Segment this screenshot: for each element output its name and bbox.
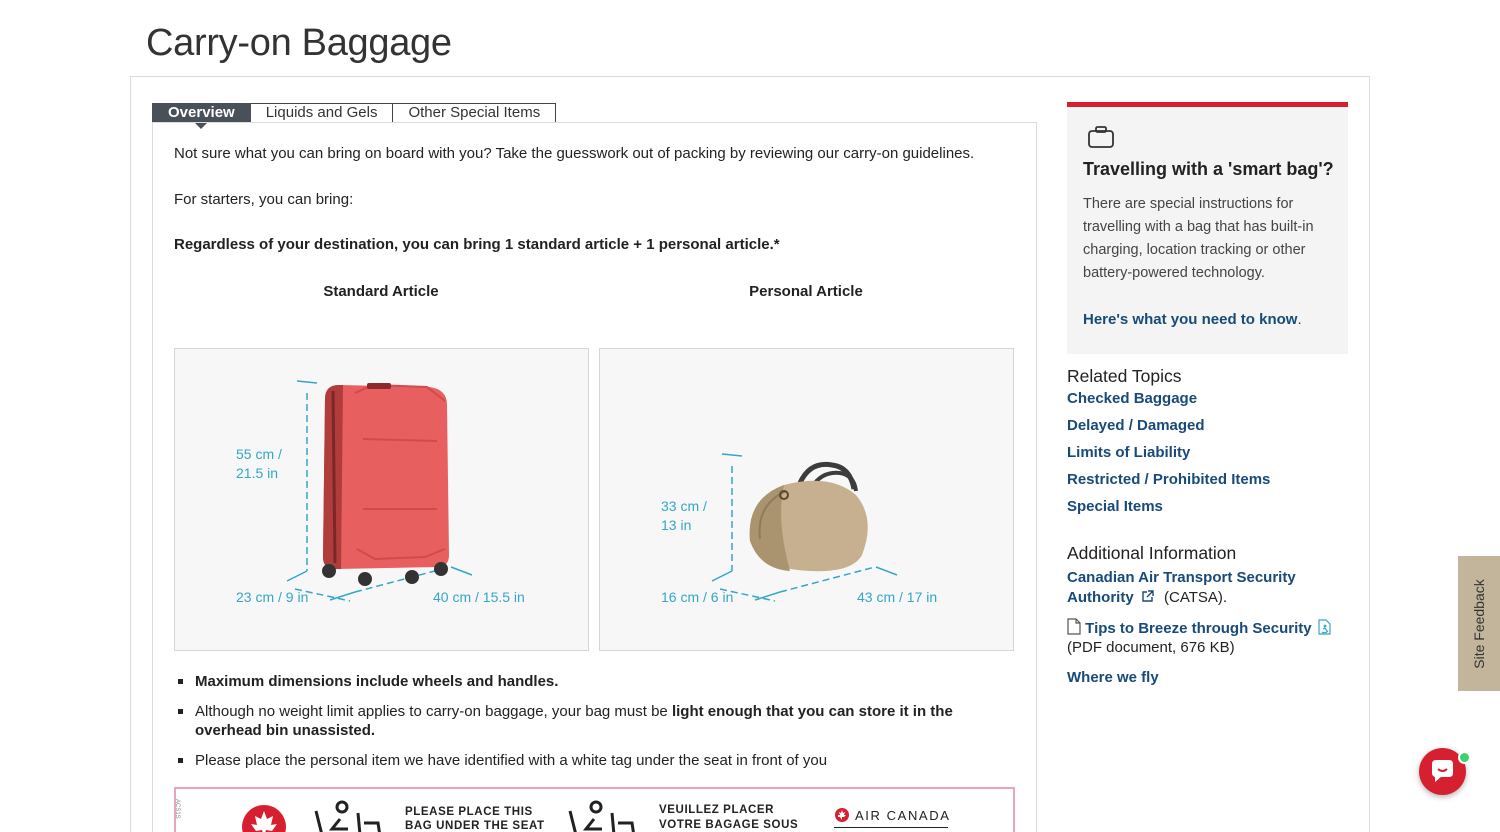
handbag-height-label: 33 cm / 13 in (661, 498, 707, 533)
baggage-tag-image: ACS1S PLEASE PLACE THIS BAG UNDER THE SE… (174, 787, 1015, 832)
catsa-link[interactable]: Canadian Air Transport Security (1067, 569, 1296, 586)
smart-bag-description: There are special instructions for trave… (1083, 196, 1314, 281)
related-link-checked-baggage[interactable]: Checked Baggage (1067, 390, 1197, 407)
handbag-depth-label: 16 cm / 6 in (661, 589, 734, 605)
rule-personal-item: Please place the personal item we have i… (195, 752, 828, 769)
maple-leaf-logo-icon (242, 805, 286, 832)
tips-pdf-link[interactable]: Tips to Breeze through Security (1085, 620, 1311, 637)
smart-bag-link[interactable]: Here's what you need to know (1083, 311, 1297, 328)
briefcase-icon (1088, 126, 1114, 148)
seat-icon-fr (568, 800, 635, 832)
carry-on-rules-list: Maximum dimensions include wheels and ha… (174, 672, 994, 781)
tag-fr-line2: VOTRE BAGAGE SOUS (659, 819, 799, 831)
related-link-limits-of-liability[interactable]: Limits of Liability (1067, 444, 1190, 461)
site-feedback-tab[interactable]: Site Feedback (1458, 556, 1500, 691)
tips-pdf-meta: (PDF document, 676 KB) (1067, 639, 1235, 656)
tag-fr-line1: VEUILLEZ PLACER (659, 804, 775, 816)
list-item: Please place the personal item we have i… (174, 751, 994, 770)
external-link-icon (1142, 590, 1154, 602)
rule-dimensions: Maximum dimensions include wheels and ha… (195, 673, 559, 690)
tab-bar: Overview Liquids and Gels Other Special … (152, 103, 557, 129)
related-topics-heading: Related Topics (1067, 366, 1182, 386)
maple-leaf-small-icon (835, 808, 849, 822)
handbag-width-label: 43 cm / 17 in (857, 589, 938, 605)
rule-weight-text: Although no weight limit applies to carr… (195, 703, 672, 720)
tab-liquids-and-gels[interactable]: Liquids and Gels (250, 103, 394, 123)
suitcase-width-label: 40 cm / 15.5 in (433, 589, 525, 605)
standard-article-diagram: 55 cm / 21.5 in 23 cm / 9 in 40 cm / 15.… (174, 348, 589, 651)
personal-article-heading: Personal Article (749, 283, 863, 300)
chat-online-indicator (1458, 751, 1471, 764)
allowance-statement: Regardless of your destination, you can … (174, 236, 780, 253)
catsa-line2: Authority (CATSA). (1067, 589, 1227, 606)
tag-en-line1: PLEASE PLACE THIS (405, 806, 533, 818)
intro-text: Not sure what you can bring on board wit… (174, 145, 975, 162)
seat-icon (314, 800, 381, 832)
tag-divider (834, 827, 948, 828)
where-we-fly-link[interactable]: Where we fly (1067, 669, 1159, 686)
related-link-delayed-damaged[interactable]: Delayed / Damaged (1067, 417, 1205, 434)
tag-code: ACS1S (174, 799, 180, 819)
starters-text: For starters, you can bring: (174, 191, 354, 208)
smart-bag-title: Travelling with a 'smart bag'? (1083, 159, 1334, 179)
tips-row: Tips to Breeze through Security (1067, 618, 1333, 637)
related-link-restricted-items[interactable]: Restricted / Prohibited Items (1067, 471, 1270, 488)
site-feedback-label: Site Feedback (1471, 578, 1487, 669)
tag-brand: AIR CANADA (855, 808, 951, 823)
tab-other-special-items[interactable]: Other Special Items (393, 103, 557, 123)
list-item: Although no weight limit applies to carr… (174, 702, 994, 740)
smart-bag-link-row: Here's what you need to know. (1083, 311, 1302, 328)
smart-bag-card: Travelling with a 'smart bag'? There are… (1067, 102, 1348, 354)
accessible-pdf-icon (1318, 619, 1331, 635)
suitcase-depth-label: 23 cm / 9 in (236, 589, 309, 605)
catsa-abbreviation: (CATSA). (1164, 589, 1228, 606)
tab-overview[interactable]: Overview (152, 103, 251, 129)
link-period: . (1297, 311, 1302, 328)
personal-article-diagram: 33 cm / 13 in 16 cm / 6 in 43 cm / 17 in (599, 348, 1014, 651)
additional-info-heading: Additional Information (1067, 543, 1237, 563)
standard-article-heading: Standard Article (323, 283, 439, 300)
list-item: Maximum dimensions include wheels and ha… (174, 672, 994, 691)
page-title: Carry-on Baggage (146, 22, 452, 64)
related-link-special-items[interactable]: Special Items (1067, 498, 1163, 515)
pdf-icon (1067, 618, 1081, 635)
catsa-link-authority[interactable]: Authority (1067, 589, 1134, 606)
suitcase-height-label: 55 cm / 21.5 in (236, 446, 282, 481)
tag-en-line2: BAG UNDER THE SEAT (405, 820, 545, 832)
